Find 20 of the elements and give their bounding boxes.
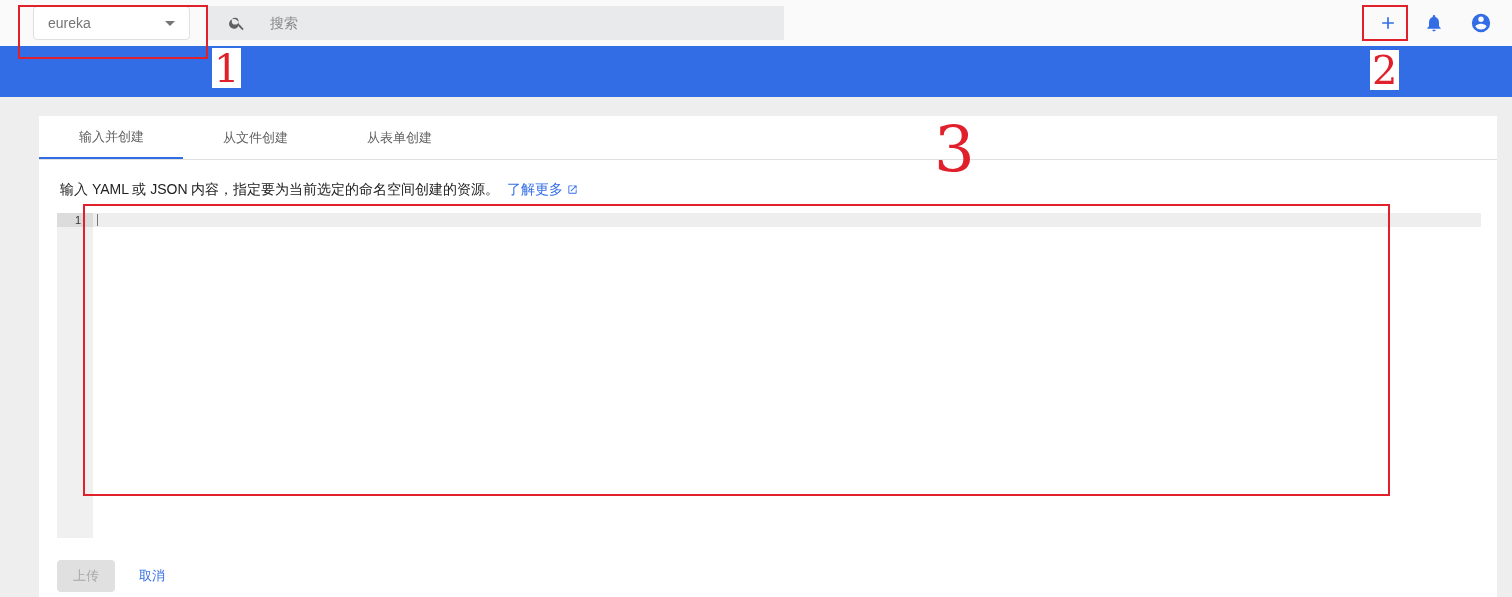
search-input[interactable]: 搜索 (270, 12, 784, 34)
tab[interactable]: 从表单创建 (327, 116, 471, 159)
text-cursor (97, 214, 98, 226)
namespace-select[interactable]: eureka (33, 6, 190, 40)
tab[interactable]: 输入并创建 (39, 116, 183, 159)
search-field[interactable]: 搜索 (208, 6, 784, 40)
dropdown-caret-icon (165, 20, 175, 26)
learn-more-link[interactable]: 了解更多 (507, 179, 564, 200)
bell-icon[interactable] (1424, 13, 1444, 33)
annotation-number: 2 (1370, 50, 1400, 90)
external-link-icon (567, 184, 579, 195)
account-icon[interactable] (1470, 12, 1492, 34)
tab[interactable]: 从文件创建 (183, 116, 327, 159)
annotation-rectangle (1362, 5, 1408, 41)
annotation-number: 1 (212, 48, 242, 88)
cancel-button[interactable]: 取消 (123, 560, 181, 592)
code-editor[interactable]: 1 (57, 213, 1481, 538)
annotation-number: 3 (934, 118, 975, 182)
line-number: 1 (57, 213, 93, 227)
description-text: 输入 YAML 或 JSON 内容，指定要为当前选定的命名空间创建的资源。 (60, 180, 500, 199)
